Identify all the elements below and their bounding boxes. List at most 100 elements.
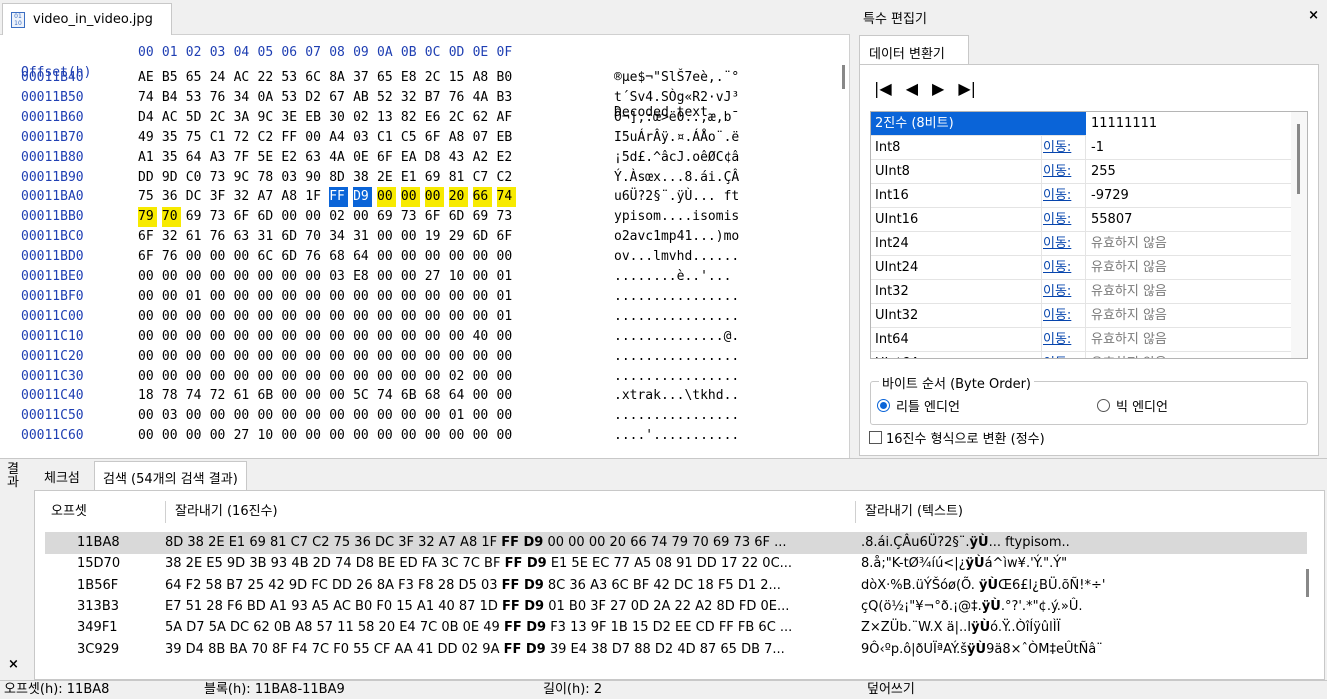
conversion-row[interactable]: UInt16 이동: 55807 (871, 208, 1307, 232)
hex-byte[interactable]: 63 (234, 227, 253, 247)
conversion-row[interactable]: UInt64 이동: 유효하지 않음 (871, 352, 1307, 358)
hex-byte[interactable]: 00 (497, 386, 516, 406)
hex-byte[interactable]: 52 (377, 88, 396, 108)
hex-byte[interactable]: 22 (258, 68, 277, 88)
decoded-text[interactable]: ®µe$¬"SlŠ7eè,.¨° (614, 68, 739, 88)
hex-byte[interactable]: 00 (473, 307, 492, 327)
hex-byte[interactable]: 00 (353, 406, 372, 426)
hex-byte[interactable]: 9D (162, 168, 181, 188)
hex-byte[interactable]: 0A (258, 88, 277, 108)
hex-byte[interactable]: 00 (138, 426, 157, 446)
hex-byte[interactable]: D9 (353, 187, 373, 208)
hex-byte[interactable]: 00 (210, 327, 229, 347)
hex-byte[interactable]: 00 (401, 426, 420, 446)
hex-byte[interactable]: 00 (377, 227, 396, 247)
hex-byte[interactable]: AC (162, 108, 181, 128)
hex-byte[interactable]: E1 (401, 168, 420, 188)
result-row[interactable]: 3C929 39 D4 8B BA 70 8F F4 7C F0 55 CF AA… (45, 639, 1307, 661)
hex-byte[interactable]: 70 (161, 207, 181, 228)
hex-byte[interactable]: 79 (138, 207, 157, 228)
go-link[interactable]: 이동: (1043, 232, 1071, 256)
hex-byte[interactable]: 00 (162, 426, 181, 446)
hex-byte[interactable]: 00 (473, 267, 492, 287)
hex-byte[interactable]: 00 (162, 287, 181, 307)
hex-byte[interactable]: 00 (210, 367, 229, 387)
hex-byte[interactable]: 00 (210, 406, 229, 426)
hex-byte[interactable]: 67 (329, 88, 348, 108)
hex-byte[interactable]: 64 (186, 148, 205, 168)
hex-byte[interactable]: 13 (377, 108, 396, 128)
next-icon[interactable]: ▶ (932, 79, 944, 98)
decoded-text[interactable]: ................ (614, 307, 739, 327)
hex-byte[interactable]: 82 (401, 108, 420, 128)
hex-byte[interactable]: 00 (329, 347, 348, 367)
hex-byte[interactable]: 00 (162, 347, 181, 367)
big-endian-radio[interactable]: 빅 엔디언 (1097, 396, 1168, 415)
hex-byte[interactable]: 29 (449, 227, 468, 247)
conversion-row[interactable]: Int24 이동: 유효하지 않음 (871, 232, 1307, 256)
hex-byte[interactable]: 65 (186, 68, 205, 88)
hex-byte[interactable]: 00 (210, 287, 229, 307)
result-row[interactable]: 313B3 E7 51 28 F6 BD A1 93 A5 AC B0 F0 15… (45, 596, 1307, 618)
conversion-row[interactable]: Int8 이동: -1 (871, 136, 1307, 160)
result-row[interactable]: 15D70 38 2E E5 9D 3B 93 4B 2D 74 D8 BE ED… (45, 553, 1307, 575)
hex-byte[interactable]: 00 (305, 406, 324, 426)
result-row[interactable]: 11BA8 8D 38 2E E1 69 81 C7 C2 75 36 DC 3F… (45, 532, 1307, 554)
hex-byte[interactable]: E8 (353, 267, 372, 287)
hex-byte[interactable]: 5E (258, 148, 277, 168)
hex-byte[interactable]: 00 (258, 287, 277, 307)
hex-byte[interactable]: 00 (186, 267, 205, 287)
hex-byte[interactable]: 00 (186, 406, 205, 426)
hex-byte[interactable]: E8 (401, 68, 420, 88)
col-offset-header[interactable]: 오프셋 (51, 497, 87, 527)
decoded-text[interactable]: ypisom....isomis (614, 207, 739, 227)
hex-byte[interactable]: 00 (305, 267, 324, 287)
conversion-value[interactable]: 11111111 (1086, 112, 1294, 136)
conversion-row[interactable]: Int32 이동: 유효하지 않음 (871, 280, 1307, 304)
hex-byte[interactable]: A2 (473, 148, 492, 168)
col-text-header[interactable]: 잘라내기 (텍스트) (865, 497, 963, 527)
hex-byte[interactable]: 00 (425, 406, 444, 426)
hex-byte[interactable]: 00 (497, 426, 516, 446)
hex-byte[interactable]: 27 (425, 267, 444, 287)
hex-byte[interactable]: 73 (497, 207, 516, 227)
hex-byte[interactable]: 73 (210, 168, 229, 188)
decoded-text[interactable]: ................ (614, 367, 739, 387)
col-hex-header[interactable]: 잘라내기 (16진수) (175, 497, 278, 527)
hex-byte[interactable]: 00 (186, 327, 205, 347)
conversion-scrollbar[interactable] (1291, 112, 1307, 358)
hex-byte[interactable]: 00 (400, 187, 420, 208)
hex-byte[interactable]: 00 (210, 426, 229, 446)
conversion-row[interactable]: UInt32 이동: 유효하지 않음 (871, 304, 1307, 328)
hex-byte[interactable]: 00 (377, 307, 396, 327)
hex-byte[interactable]: 00 (353, 347, 372, 367)
hex-byte[interactable]: 00 (424, 187, 444, 208)
hex-byte[interactable]: EA (401, 148, 420, 168)
hex-byte[interactable]: 00 (473, 367, 492, 387)
hex-byte[interactable]: 00 (281, 207, 300, 227)
hex-byte[interactable]: 00 (258, 347, 277, 367)
conversion-value[interactable]: -9729 (1091, 184, 1129, 208)
hex-byte[interactable]: 00 (138, 287, 157, 307)
decoded-text[interactable]: u6Ü?2§¨.ÿÙ... ft (614, 187, 739, 207)
hex-byte[interactable]: DC (186, 187, 205, 207)
close-icon[interactable]: × (1308, 8, 1319, 23)
hex-byte[interactable]: 00 (186, 247, 205, 267)
hex-byte[interactable]: 37 (353, 68, 372, 88)
hex-byte[interactable]: 72 (210, 386, 229, 406)
hex-byte[interactable]: 49 (138, 128, 157, 148)
hex-byte[interactable]: 00 (281, 367, 300, 387)
hex-byte[interactable]: 00 (305, 347, 324, 367)
hex-view[interactable]: Offset(h) 00 01 02 03 04 05 06 07 08 09 0A 0B 0C 0D 0E… (0, 35, 850, 458)
hex-byte[interactable]: 5D (186, 108, 205, 128)
hex-byte[interactable]: 00 (401, 327, 420, 347)
hex-byte[interactable]: 00 (186, 307, 205, 327)
hex-byte[interactable]: 6D (281, 247, 300, 267)
hex-byte[interactable]: 2C (425, 68, 444, 88)
hex-byte[interactable]: 00 (449, 327, 468, 347)
hex-byte[interactable]: 6C (305, 68, 324, 88)
hex-byte[interactable]: 00 (258, 327, 277, 347)
hex-byte[interactable]: 7F (234, 148, 253, 168)
hex-byte[interactable]: EB (305, 108, 324, 128)
hex-byte[interactable]: 4A (473, 88, 492, 108)
